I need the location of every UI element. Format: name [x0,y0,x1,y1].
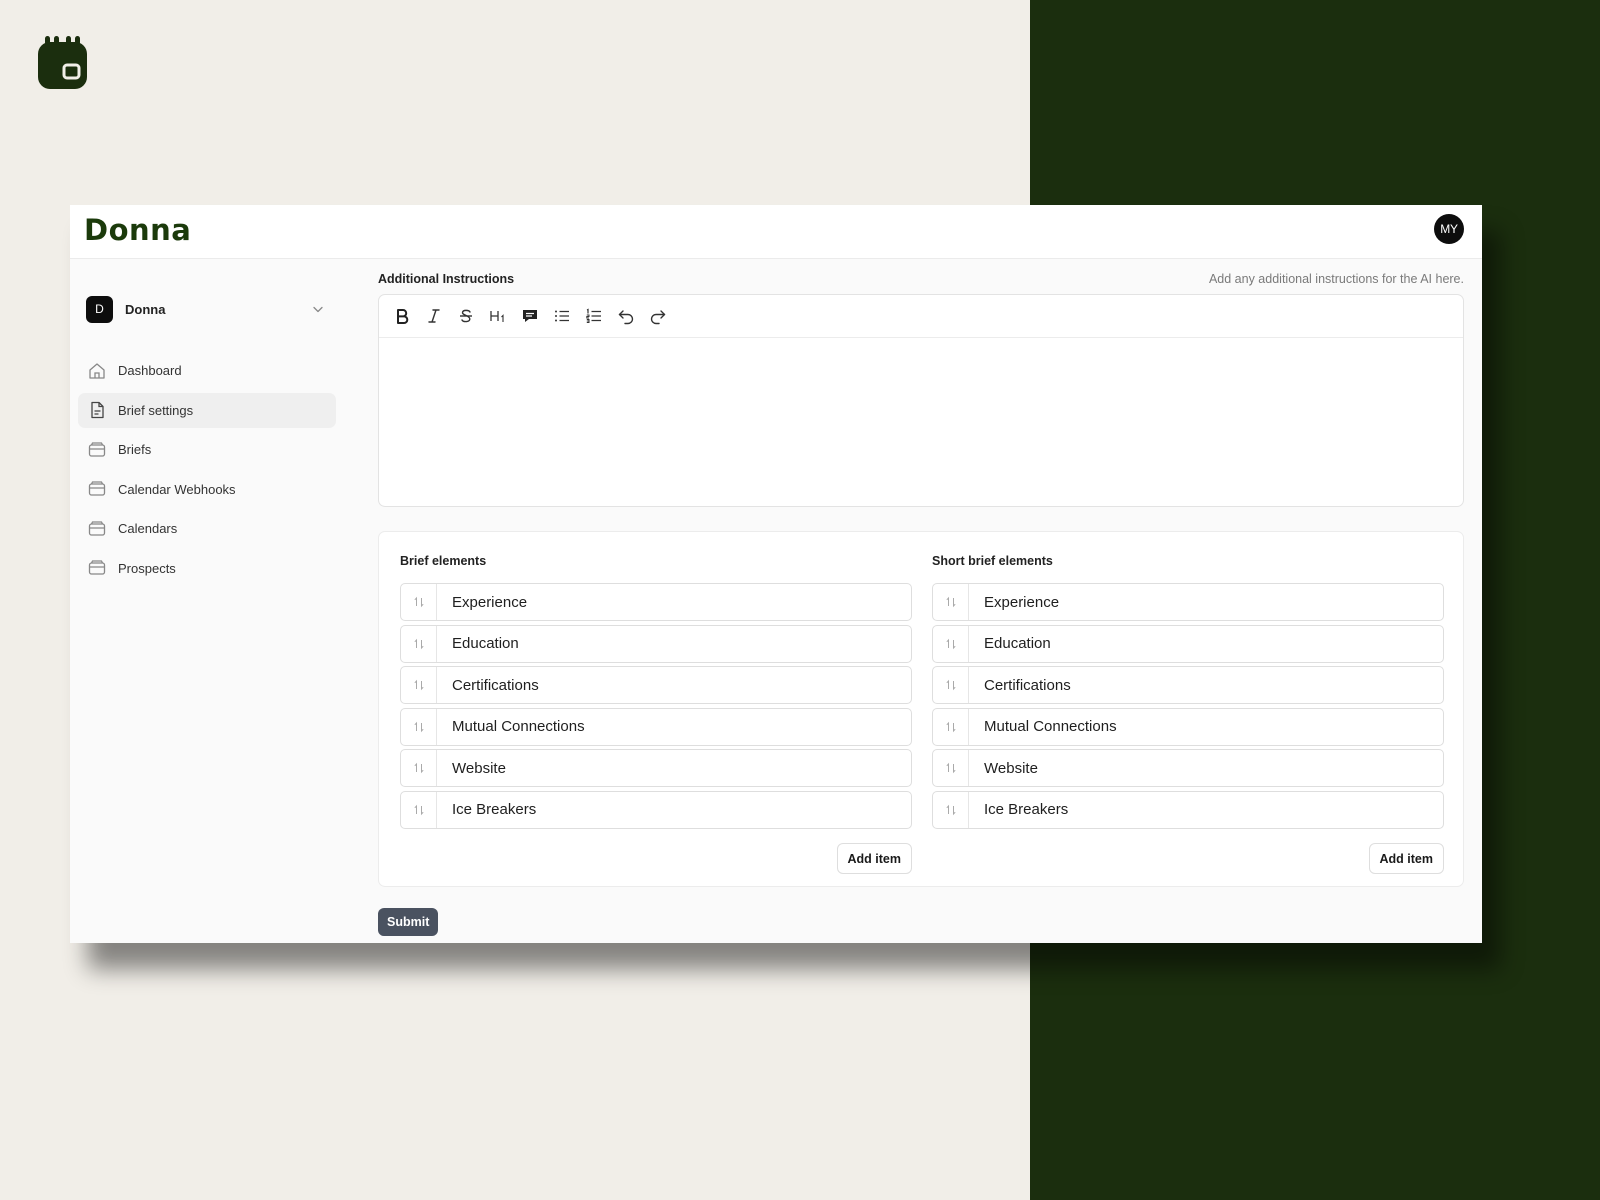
elements-card: Brief elements Experience Education Cert… [378,531,1464,887]
list-item[interactable]: Education [400,624,912,663]
list-item-label: Experience [452,593,528,611]
sidebar-nav: Dashboard Brief settings Briefs Calendar… [78,353,336,590]
chevron-down-icon [313,306,323,313]
list-item[interactable]: Website [400,749,912,787]
sidebar-item-brief-settings[interactable]: Brief settings [78,392,336,428]
instructions-hint: Add any additional instructions for the … [1208,272,1464,286]
document-icon [91,401,104,419]
drag-handle-icon[interactable] [401,584,437,620]
editor-toolbar [379,295,1463,338]
workspace-switcher[interactable]: D Donna [86,295,326,323]
italic-icon[interactable] [423,305,445,327]
short-brief-elements-title: Short brief elements [932,554,1053,568]
submit-button[interactable]: Submit [378,908,439,936]
list-item[interactable]: Ice Breakers [400,790,912,829]
redo-icon[interactable] [647,305,669,327]
sidebar-item-calendars[interactable]: Calendars [78,511,336,546]
drag-handle-icon[interactable] [401,791,437,828]
instructions-textarea[interactable] [379,338,1463,506]
inbox-icon [88,560,106,575]
list-item-label: Website [984,759,1038,777]
calendar-logo-icon [38,36,87,89]
list-item-label: Mutual Connections [452,718,585,735]
drag-handle-icon[interactable] [401,708,437,745]
ordered-list-icon[interactable] [583,305,605,327]
list-item[interactable]: Mutual Connections [932,707,1444,746]
list-item-label: Certifications [452,676,539,694]
list-item[interactable]: Experience [932,583,1444,621]
bullet-list-icon[interactable] [551,305,573,327]
instructions-header: Additional Instructions Add any addition… [378,271,1464,287]
add-item-button[interactable]: Add item [836,843,912,874]
inbox-icon [88,520,106,536]
drag-handle-icon[interactable] [933,625,969,662]
workspace-name: Donna [125,301,166,317]
list-item[interactable]: Mutual Connections [400,707,912,746]
comment-icon[interactable] [519,305,541,327]
strikethrough-icon[interactable] [455,305,477,327]
list-item[interactable]: Website [932,749,1444,787]
list-item-label: Mutual Connections [984,718,1117,735]
list-item-label: Experience [984,593,1060,611]
list-item[interactable]: Ice Breakers [932,790,1444,829]
main-content: Additional Instructions Add any addition… [378,259,1464,943]
brief-elements-column: Brief elements Experience Education Cert… [400,554,912,874]
sidebar-item-briefs[interactable]: Briefs [78,432,336,467]
short-brief-elements-column: Short brief elements Experience Educatio… [932,554,1444,874]
app-window: Donna MY D Donna Dashboard Brief setting… [70,205,1482,943]
list-item[interactable]: Experience [400,583,912,621]
sidebar-item-label: Calendar Webhooks [118,481,236,497]
drag-handle-icon[interactable] [933,791,969,828]
sidebar-item-prospects[interactable]: Prospects [78,551,336,586]
undo-icon[interactable] [615,305,637,327]
list-item-label: Education [984,635,1051,652]
sidebar-item-label: Brief settings [118,402,194,418]
sidebar-item-label: Prospects [118,560,176,576]
sidebar-item-calendar-webhooks[interactable]: Calendar Webhooks [78,472,336,507]
drag-handle-icon[interactable] [933,750,969,786]
list-item[interactable]: Certifications [400,666,912,704]
inbox-icon [88,441,106,457]
home-icon [89,362,105,379]
drag-handle-icon[interactable] [401,667,437,703]
brief-elements-title: Brief elements [400,554,487,568]
drag-handle-icon[interactable] [401,750,437,786]
drag-handle-icon[interactable] [933,708,969,745]
add-item-button[interactable]: Add item [1368,843,1444,874]
user-avatar[interactable]: MY [1434,214,1464,244]
sidebar-item-label: Briefs [118,442,152,457]
sidebar-item-dashboard[interactable]: Dashboard [78,353,336,388]
drag-handle-icon[interactable] [933,667,969,703]
sidebar-item-label: Dashboard [118,363,182,378]
drag-handle-icon[interactable] [401,625,437,662]
short-brief-elements-list: Experience Education Certifications Mutu… [932,583,1444,829]
sidebar: D Donna Dashboard Brief settings Briefs … [70,259,350,943]
instructions-label: Additional Instructions [378,272,515,286]
list-item-label: Ice Breakers [452,801,537,818]
top-bar: Donna MY [70,205,1482,259]
brief-elements-list: Experience Education Certifications Mutu… [400,583,912,829]
heading-icon[interactable] [487,305,509,327]
list-item-label: Education [452,635,519,652]
brand-logo[interactable]: Donna [84,213,191,247]
bold-icon[interactable] [391,305,413,327]
sidebar-item-label: Calendars [118,521,178,536]
inbox-icon [88,481,106,496]
list-item-label: Certifications [984,676,1071,694]
list-item-label: Website [452,759,506,777]
instructions-editor [378,294,1464,507]
list-item[interactable]: Certifications [932,666,1444,704]
drag-handle-icon[interactable] [933,584,969,620]
list-item-label: Ice Breakers [984,801,1069,818]
workspace-badge: D [86,295,113,323]
list-item[interactable]: Education [932,624,1444,663]
